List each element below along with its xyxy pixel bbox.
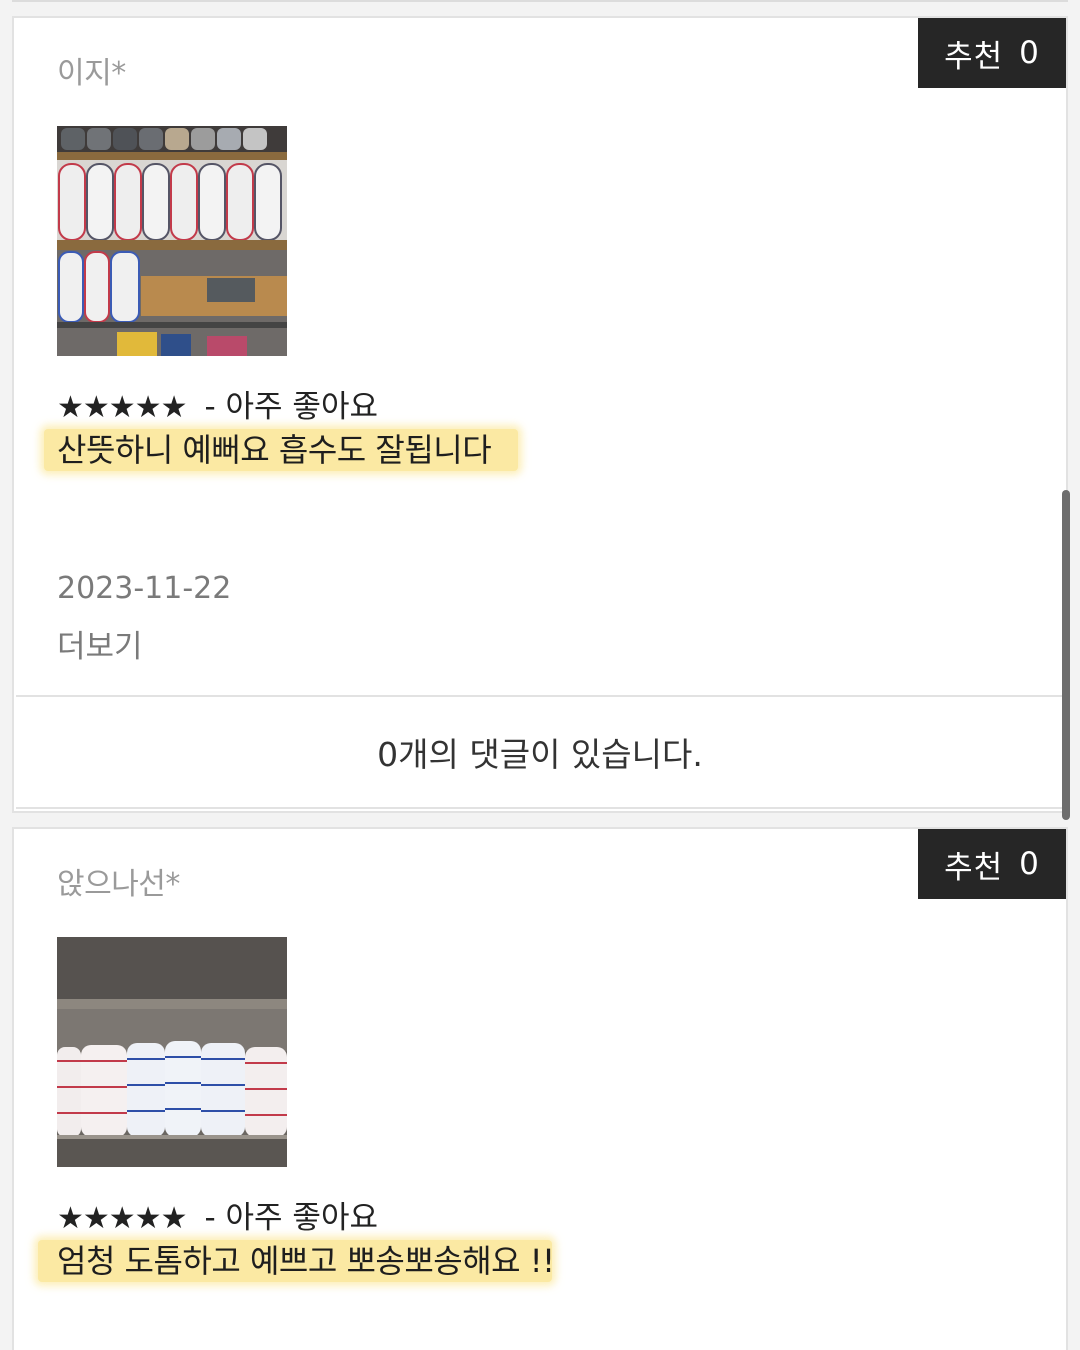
review-date: 2023-11-22 [57,571,232,606]
towel-shelf-photo-icon [57,126,287,356]
more-link[interactable]: 더보기 [57,621,143,666]
reviewer-name: 앉으나선* [57,867,180,902]
review-photo[interactable] [57,937,287,1167]
comments-count-label: 0개의 댓글이 있습니다. [377,735,703,774]
review-list-page: 이지* 추천 0 ★★★★★ - 아주 좋아요 산뜻하니 예뻐요 흡수도 잘됩니… [0,0,1080,1350]
rating-stars: ★★★★★ [57,390,187,425]
comments-toggle[interactable]: 0개의 댓글이 있습니다. [16,695,1064,809]
rating-text: - 아주 좋아요 [204,1200,378,1236]
rating-line: ★★★★★ - 아주 좋아요 [57,381,378,426]
scrollbar-thumb[interactable] [1062,490,1070,820]
previous-card-edge [12,0,1068,2]
recommend-count: 0 [1019,35,1040,71]
towel-shelf-photo-icon [57,937,287,1167]
review-text: 엄청 도톰하고 예쁘고 뽀송뽀송해요 !! [57,1242,555,1280]
recommend-button[interactable]: 추천 0 [918,829,1066,899]
review-card: 앉으나선* 추천 0 ★★★★★ - 아주 좋아요 엄청 도톰하고 예쁘고 뽀송… [12,827,1068,1350]
recommend-label: 추천 [944,38,1004,75]
review-photo[interactable] [57,126,287,356]
reviewer-name: 이지* [57,56,126,91]
review-card: 이지* 추천 0 ★★★★★ - 아주 좋아요 산뜻하니 예뻐요 흡수도 잘됩니… [12,16,1068,813]
recommend-label: 추천 [944,849,1004,886]
rating-stars: ★★★★★ [57,1201,187,1236]
recommend-count: 0 [1019,846,1040,882]
rating-line: ★★★★★ - 아주 좋아요 [57,1192,378,1237]
recommend-button[interactable]: 추천 0 [918,18,1066,88]
review-text: 산뜻하니 예뻐요 흡수도 잘됩니다 [57,431,492,469]
rating-text: - 아주 좋아요 [204,389,378,425]
